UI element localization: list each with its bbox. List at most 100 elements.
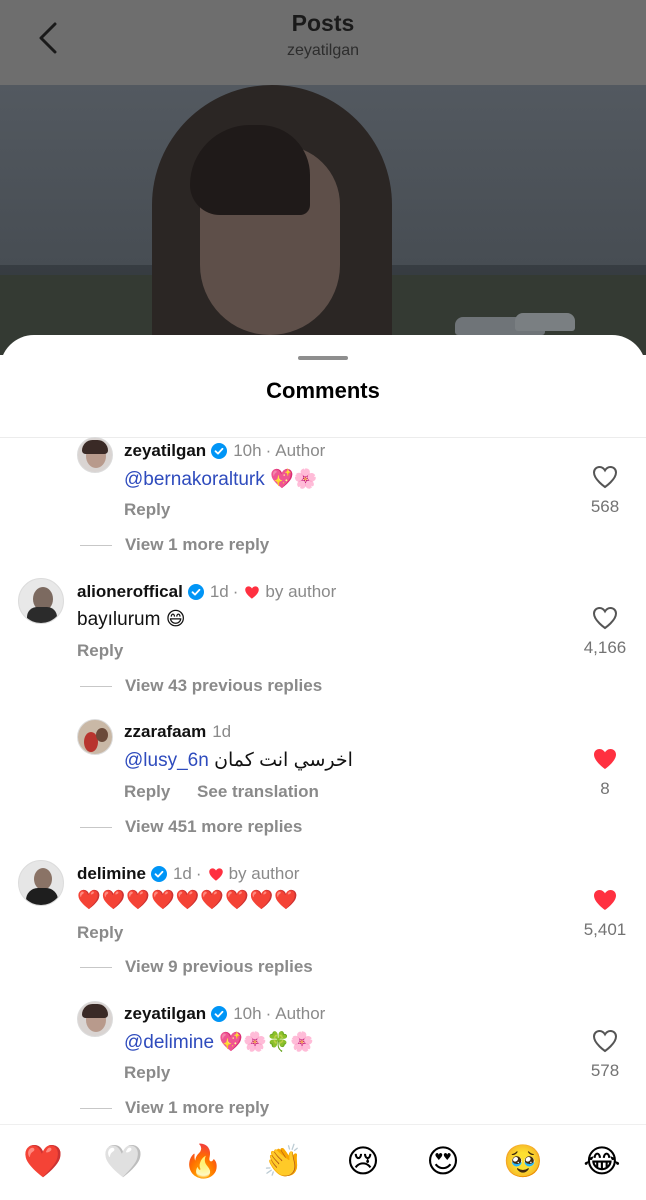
reaction-white-heart[interactable]: 🤍	[101, 1139, 145, 1183]
heart-filled-icon[interactable]	[592, 747, 618, 771]
like-count: 5,401	[583, 920, 627, 939]
comment-reply: zzarafaam 1d @lusy_6n اخرسي انت كمان Rep…	[0, 719, 646, 844]
comment-meta: delimine 1d · by author	[77, 864, 299, 884]
like-control: 8	[575, 747, 635, 799]
heart-outline-icon[interactable]	[592, 465, 618, 489]
like-count: 578	[590, 1061, 620, 1080]
reply-button[interactable]: Reply	[124, 782, 170, 801]
comment-actions: Reply	[77, 923, 123, 943]
like-control: 4,166	[575, 606, 635, 658]
heart-outline-icon[interactable]	[592, 1029, 618, 1053]
comment-actions: Reply	[124, 1063, 170, 1083]
like-count: 4,166	[583, 638, 627, 657]
like-control: 568	[575, 465, 635, 517]
heart-filled-icon	[245, 585, 260, 599]
comment-meta: zeyatilgan 10h · Author	[124, 1004, 325, 1024]
comment-top: alioneroffical 1d · by author bayılurum …	[0, 578, 646, 703]
verified-badge-icon	[150, 866, 167, 882]
verified-badge-icon	[211, 443, 228, 459]
comment-emoji: 💖🌸🍀🌸	[219, 1032, 314, 1053]
verified-badge-icon	[211, 1006, 228, 1022]
username[interactable]: alioneroffical	[77, 582, 183, 602]
see-translation-button[interactable]: See translation	[197, 782, 319, 801]
comment-top: delimine 1d · by author ❤️❤️❤️❤️❤️❤️❤️❤️…	[0, 860, 646, 985]
avatar[interactable]	[18, 860, 64, 906]
verified-badge-icon	[187, 584, 204, 600]
comment-body: اخرسي انت كمان	[214, 750, 353, 771]
heart-outline-icon[interactable]	[592, 606, 618, 630]
reaction-laughing[interactable]: 😂	[580, 1139, 624, 1183]
comment-actions: Reply	[124, 500, 170, 520]
view-replies-link[interactable]: View 1 more reply	[80, 535, 269, 555]
comment-reply: zeyatilgan 10h · Author @delimine 💖🌸🍀🌸 R…	[0, 1001, 646, 1123]
separator-dot: ·	[195, 864, 202, 883]
avatar[interactable]	[77, 437, 113, 473]
heart-filled-icon	[208, 867, 223, 881]
avatar[interactable]	[77, 1001, 113, 1037]
reply-button[interactable]: Reply	[77, 641, 123, 660]
reaction-red-heart[interactable]: ❤️	[21, 1139, 65, 1183]
timestamp: 10h	[233, 441, 262, 460]
view-replies-link[interactable]: View 1 more reply	[80, 1098, 269, 1118]
page-title: Posts	[291, 10, 355, 36]
comment-text: @bernakoralturk 💖🌸	[124, 467, 317, 491]
like-control: 5,401	[575, 888, 635, 940]
heart-filled-icon[interactable]	[592, 888, 618, 912]
comment-text: @delimine 💖🌸🍀🌸	[124, 1030, 314, 1054]
like-control: 578	[575, 1029, 635, 1081]
avatar[interactable]	[18, 578, 64, 624]
comment-reply: zeyatilgan 10h · Author @bernakoralturk …	[0, 437, 646, 562]
comment-emoji: 💖🌸	[270, 469, 318, 490]
view-replies-link[interactable]: View 451 more replies	[80, 817, 302, 837]
reaction-fire[interactable]: 🔥	[181, 1139, 225, 1183]
thread-line	[80, 966, 112, 968]
mention-link[interactable]: @delimine	[124, 1032, 214, 1053]
comment-actions: Reply	[77, 641, 123, 661]
view-replies-label: View 43 previous replies	[125, 676, 323, 695]
comment-text: bayılurum 😄	[77, 609, 186, 630]
separator-dot: ·	[232, 582, 239, 601]
reply-button[interactable]: Reply	[77, 923, 123, 942]
view-replies-label: View 9 previous replies	[125, 957, 313, 976]
username[interactable]: zzarafaam	[124, 722, 206, 742]
quick-reaction-bar: ❤️ 🤍 🔥 👏 😢 😍 🥹 😂	[0, 1124, 646, 1200]
separator-dot: ·	[265, 1004, 272, 1023]
avatar[interactable]	[77, 719, 113, 755]
reaction-clap[interactable]: 👏	[261, 1139, 305, 1183]
timestamp: 1d	[172, 864, 192, 883]
separator-dot: ·	[265, 441, 272, 460]
username[interactable]: zeyatilgan	[124, 1004, 206, 1024]
view-replies-link[interactable]: View 43 previous replies	[80, 676, 322, 696]
author-label: Author	[275, 441, 326, 460]
view-replies-label: View 1 more reply	[125, 1098, 270, 1117]
reply-button[interactable]: Reply	[124, 1063, 170, 1082]
comment-actions: Reply See translation	[124, 782, 319, 802]
mention-link[interactable]: @lusy_6n	[124, 750, 209, 771]
comment-meta: zzarafaam 1d	[124, 722, 231, 742]
reaction-holding-tears[interactable]: 🥹	[501, 1139, 545, 1183]
username[interactable]: zeyatilgan	[124, 441, 206, 461]
liked-by-author-label: by author	[228, 864, 300, 883]
view-replies-link[interactable]: View 9 previous replies	[80, 957, 313, 977]
mention-link[interactable]: @bernakoralturk	[124, 469, 265, 490]
author-label: Author	[275, 1004, 326, 1023]
thread-line	[80, 685, 112, 687]
reaction-sad[interactable]: 😢	[341, 1139, 385, 1183]
reaction-heart-eyes[interactable]: 😍	[421, 1139, 465, 1183]
comment-meta: alioneroffical 1d · by author	[77, 582, 336, 602]
comment-text: @lusy_6n اخرسي انت كمان	[124, 749, 353, 772]
timestamp: 10h	[233, 1004, 262, 1023]
liked-by-author-label: by author	[265, 582, 337, 601]
page-subtitle: zeyatilgan	[286, 42, 360, 59]
reply-button[interactable]: Reply	[124, 500, 170, 519]
timestamp: 1d	[212, 722, 232, 741]
username[interactable]: delimine	[77, 864, 146, 884]
comment-text: ❤️❤️❤️❤️❤️❤️❤️❤️❤️	[77, 890, 299, 911]
view-replies-label: View 451 more replies	[125, 817, 303, 836]
like-count: 568	[590, 497, 620, 516]
thread-line	[80, 826, 112, 828]
top-header: Posts zeyatilgan	[0, 0, 646, 85]
thread-line	[80, 544, 112, 546]
thread-line	[80, 1107, 112, 1109]
sheet-grabber[interactable]	[298, 356, 348, 360]
